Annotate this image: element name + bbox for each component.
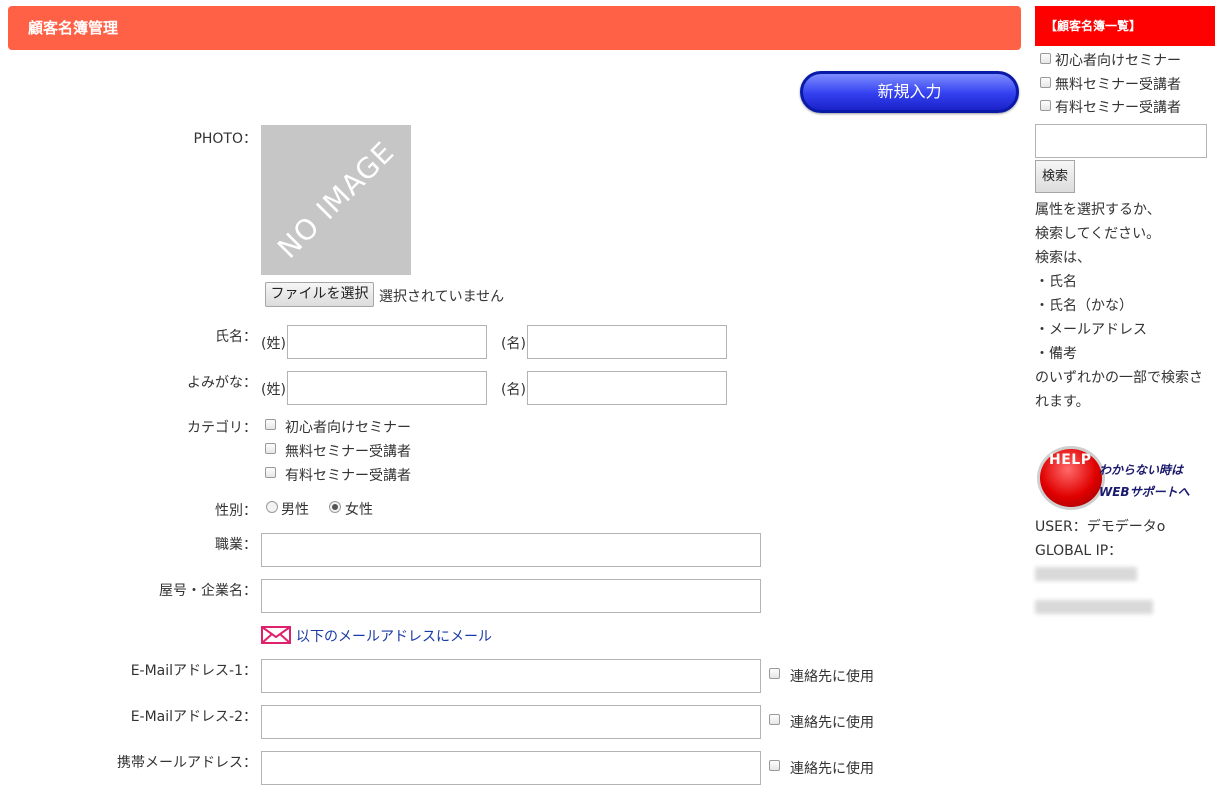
help-banner-word: HELP [1049, 452, 1092, 468]
email1-contact-checkbox[interactable] [769, 668, 780, 679]
file-select-button[interactable]: ファイルを選択 [265, 282, 374, 307]
category-checkbox-3[interactable] [265, 467, 276, 478]
sidebar-search-input[interactable] [1035, 124, 1207, 158]
sidebar-help-line-7: ・備考 [1035, 346, 1077, 362]
mobile-input[interactable] [261, 751, 761, 785]
sidebar-filter-checkbox-1[interactable] [1040, 53, 1051, 64]
kana-first-input[interactable] [527, 371, 727, 405]
global-ip-label: GLOBAL IP： [1035, 543, 1123, 559]
kana-label: よみがな： [187, 375, 257, 391]
email2-input[interactable] [261, 705, 761, 739]
sidebar-help-line-3: 検索は、 [1035, 250, 1091, 266]
sidebar-help-line-4: ・氏名 [1035, 274, 1077, 290]
gender-radio-female[interactable] [329, 501, 341, 513]
sidebar-filter-checkbox-2[interactable] [1040, 77, 1051, 88]
sidebar-help-line-1: 属性を選択するか、 [1035, 202, 1161, 218]
category-option-1: 初心者向けセミナー [285, 420, 411, 436]
photo-label: PHOTO： [193, 131, 257, 147]
name-first-input[interactable] [527, 325, 727, 359]
sidebar-help-line-5: ・氏名（かな） [1035, 298, 1133, 314]
category-option-2: 無料セミナー受講者 [285, 444, 411, 460]
name-last-input[interactable] [287, 325, 487, 359]
help-banner-line-2: WEBサポートへ [1099, 485, 1190, 499]
name-first-prefix: (名) [501, 336, 526, 352]
no-image-text: NO IMAGE [271, 135, 401, 265]
new-entry-button[interactable]: 新規入力 [800, 71, 1019, 113]
mobile-label: 携帯メールアドレス： [117, 755, 257, 771]
mail-link[interactable]: 以下のメールアドレスにメール [296, 626, 492, 646]
company-label: 屋号・企業名： [159, 583, 257, 599]
mobile-contact-checkbox[interactable] [769, 760, 780, 771]
email2-label: E-Mailアドレス-2： [130, 709, 257, 725]
user-label: USER：デモデータo [1035, 519, 1166, 535]
mail-icon[interactable] [261, 626, 291, 644]
email1-input[interactable] [261, 659, 761, 693]
kana-last-prefix: (姓) [261, 382, 286, 398]
company-input[interactable] [261, 579, 761, 613]
email2-contact-checkbox[interactable] [769, 714, 780, 725]
category-label: カテゴリ： [187, 420, 257, 436]
help-banner-line-1: わからない時は [1099, 463, 1184, 477]
category-checkbox-1[interactable] [265, 419, 276, 430]
sidebar-filter-2: 無料セミナー受講者 [1055, 77, 1181, 93]
job-label: 職業： [215, 537, 257, 553]
sidebar-help-line-8: のいずれかの一部で検索さ [1035, 370, 1203, 386]
sidebar-filter-1: 初心者向けセミナー [1055, 53, 1181, 69]
sidebar-title: 【顧客名簿一覧】 [1035, 6, 1215, 46]
photo-placeholder: NO IMAGE [261, 125, 411, 275]
kana-last-input[interactable] [287, 371, 487, 405]
category-checkbox-2[interactable] [265, 443, 276, 454]
global-ip-host-redacted [1035, 600, 1153, 614]
sidebar-help-line-2: 検索してください。 [1035, 226, 1161, 242]
email2-contact-label: 連絡先に使用 [790, 715, 874, 731]
sidebar-filter-checkbox-3[interactable] [1040, 100, 1051, 111]
file-status-text: 選択されていません [379, 289, 505, 305]
page-title: 顧客名簿管理 [8, 6, 1021, 50]
email1-contact-label: 連絡先に使用 [790, 669, 874, 685]
gender-option-male: 男性 [281, 502, 309, 518]
name-last-prefix: (姓) [261, 336, 286, 352]
sidebar-help-line-6: ・メールアドレス [1035, 322, 1147, 338]
sidebar-search-button[interactable]: 検索 [1035, 160, 1075, 193]
sidebar-help-line-9: れます。 [1035, 394, 1090, 410]
category-option-3: 有料セミナー受講者 [285, 468, 411, 484]
gender-option-female: 女性 [345, 502, 373, 518]
sidebar-filter-3: 有料セミナー受講者 [1055, 100, 1181, 116]
gender-label: 性別： [215, 503, 257, 519]
gender-radio-male[interactable] [266, 501, 278, 513]
name-label: 氏名： [215, 329, 257, 345]
kana-first-prefix: (名) [501, 382, 526, 398]
mobile-contact-label: 連絡先に使用 [790, 761, 874, 777]
job-input[interactable] [261, 533, 761, 567]
global-ip-value-redacted [1035, 567, 1137, 581]
email1-label: E-Mailアドレス-1： [130, 663, 257, 679]
